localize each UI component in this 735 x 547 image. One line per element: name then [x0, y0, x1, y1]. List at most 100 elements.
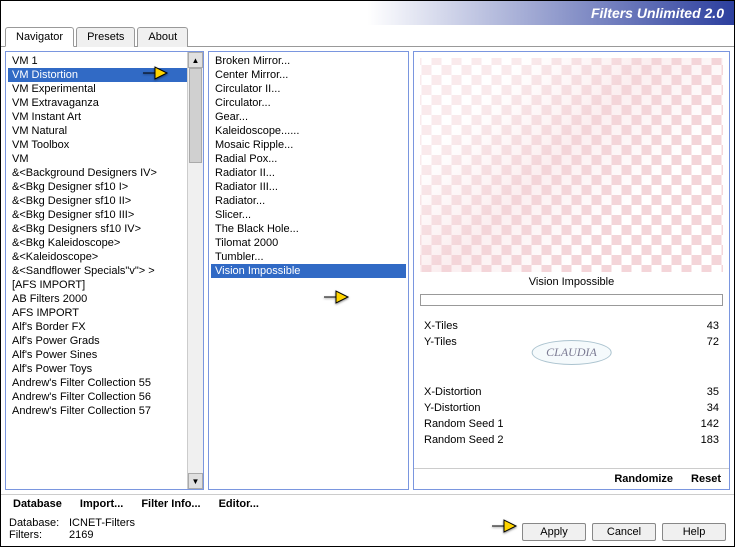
tab-strip: Navigator Presets About — [1, 25, 734, 47]
randomize-button[interactable]: Randomize — [614, 473, 673, 485]
list-item[interactable]: Alf's Border FX — [8, 320, 201, 334]
param-name: Random Seed 2 — [424, 434, 504, 446]
list-item[interactable]: Radiator II... — [211, 166, 406, 180]
help-button[interactable]: Help — [662, 523, 726, 541]
param-row[interactable]: Random Seed 1 142 — [424, 416, 719, 432]
param-value: 183 — [701, 434, 719, 446]
progress-bar — [420, 294, 723, 306]
scroll-up-icon[interactable]: ▲ — [188, 52, 203, 68]
list-item[interactable]: &<Kaleidoscope> — [8, 250, 201, 264]
preview-panel: Vision Impossible CLAUDIA X-Tiles 43 Y-Til… — [413, 51, 730, 490]
list-item[interactable]: Andrew's Filter Collection 55 — [8, 376, 201, 390]
db-value: ICNET-Filters — [69, 517, 135, 529]
list-item[interactable]: Andrew's Filter Collection 57 — [8, 404, 201, 418]
list-item[interactable]: Broken Mirror... — [211, 54, 406, 68]
list-item[interactable]: Center Mirror... — [211, 68, 406, 82]
param-value: 34 — [707, 402, 719, 414]
list-item[interactable]: Tumbler... — [211, 250, 406, 264]
scrollbar[interactable]: ▲ ▼ — [187, 52, 203, 489]
list-item[interactable]: &<Bkg Designers sf10 IV> — [8, 222, 201, 236]
filter-info-button[interactable]: Filter Info... — [141, 498, 200, 510]
list-item[interactable]: Circulator II... — [211, 82, 406, 96]
list-item[interactable]: Kaleidoscope...... — [211, 124, 406, 138]
list-item[interactable]: &<Bkg Designer sf10 I> — [8, 180, 201, 194]
list-item[interactable]: Alf's Power Toys — [8, 362, 201, 376]
category-list[interactable]: VM 1VM DistortionVM ExperimentalVM Extra… — [6, 52, 203, 489]
category-panel: VM 1VM DistortionVM ExperimentalVM Extra… — [5, 51, 204, 490]
database-button[interactable]: Database — [13, 498, 62, 510]
list-item[interactable]: Alf's Power Sines — [8, 348, 201, 362]
list-item[interactable]: &<Background Designers IV> — [8, 166, 201, 180]
list-item[interactable]: Tilomat 2000 — [211, 236, 406, 250]
param-row[interactable]: Y-Distortion 34 — [424, 400, 719, 416]
preview-label: Vision Impossible — [529, 272, 614, 292]
param-value: 72 — [707, 336, 719, 348]
status-info: Database:ICNET-Filters Filters:2169 — [9, 517, 135, 541]
editor-button[interactable]: Editor... — [219, 498, 259, 510]
panel-footer: Randomize Reset — [414, 468, 729, 489]
list-item[interactable]: AB Filters 2000 — [8, 292, 201, 306]
filters-count: 2169 — [69, 529, 93, 541]
title-bar: Filters Unlimited 2.0 — [1, 1, 734, 25]
tab-about[interactable]: About — [137, 27, 188, 47]
reset-button[interactable]: Reset — [691, 473, 721, 485]
tab-content: VM 1VM DistortionVM ExperimentalVM Extra… — [1, 46, 734, 494]
list-item[interactable]: VM Natural — [8, 124, 201, 138]
preview-area: Vision Impossible — [414, 52, 729, 312]
list-item[interactable]: VM 1 — [8, 54, 201, 68]
param-row[interactable]: Random Seed 2 183 — [424, 432, 719, 448]
list-item[interactable]: VM Instant Art — [8, 110, 201, 124]
scroll-thumb[interactable] — [189, 68, 202, 163]
apply-button[interactable]: Apply — [522, 523, 586, 541]
list-item[interactable]: Radial Pox... — [211, 152, 406, 166]
tab-presets[interactable]: Presets — [76, 27, 135, 47]
list-item[interactable]: [AFS IMPORT] — [8, 278, 201, 292]
list-item[interactable]: VM Extravaganza — [8, 96, 201, 110]
param-value: 43 — [707, 320, 719, 332]
list-item[interactable]: Circulator... — [211, 96, 406, 110]
param-row[interactable]: X-Distortion 35 — [424, 384, 719, 400]
scroll-track[interactable] — [188, 68, 203, 473]
list-item[interactable]: &<Bkg Designer sf10 II> — [8, 194, 201, 208]
list-item[interactable]: The Black Hole... — [211, 222, 406, 236]
tab-navigator[interactable]: Navigator — [5, 27, 74, 47]
list-item[interactable]: Radiator... — [211, 194, 406, 208]
param-name: X-Tiles — [424, 320, 458, 332]
filters-label: Filters: — [9, 529, 69, 541]
list-item[interactable]: Radiator III... — [211, 180, 406, 194]
list-item[interactable]: &<Bkg Kaleidoscope> — [8, 236, 201, 250]
list-item[interactable]: Andrew's Filter Collection 56 — [8, 390, 201, 404]
list-item[interactable]: Vision Impossible — [211, 264, 406, 278]
param-name: Random Seed 1 — [424, 418, 504, 430]
list-item[interactable]: &<Sandflower Specials"v"> > — [8, 264, 201, 278]
main-footer: Database Import... Filter Info... Editor… — [1, 494, 734, 513]
list-item[interactable]: Slicer... — [211, 208, 406, 222]
param-row[interactable]: X-Tiles 43 — [424, 318, 719, 334]
list-item[interactable]: Alf's Power Grads — [8, 334, 201, 348]
filter-panel: Broken Mirror...Center Mirror...Circulat… — [208, 51, 409, 490]
list-item[interactable]: &<Bkg Designer sf10 III> — [8, 208, 201, 222]
import-button[interactable]: Import... — [80, 498, 123, 510]
list-item[interactable]: VM — [8, 152, 201, 166]
param-value: 35 — [707, 386, 719, 398]
param-name: Y-Distortion — [424, 402, 480, 414]
list-item[interactable]: VM Distortion — [8, 68, 201, 82]
list-item[interactable]: Gear... — [211, 110, 406, 124]
filter-list[interactable]: Broken Mirror...Center Mirror...Circulat… — [209, 52, 408, 489]
db-label: Database: — [9, 517, 69, 529]
app-title: Filters Unlimited 2.0 — [591, 5, 724, 21]
param-name: X-Distortion — [424, 386, 481, 398]
status-bar: Database:ICNET-Filters Filters:2169 Appl… — [1, 513, 734, 545]
preview-image — [420, 58, 723, 272]
watermark: CLAUDIA — [531, 340, 612, 365]
list-item[interactable]: VM Experimental — [8, 82, 201, 96]
dialog-buttons: Apply Cancel Help — [522, 523, 726, 541]
cancel-button[interactable]: Cancel — [592, 523, 656, 541]
list-item[interactable]: Mosaic Ripple... — [211, 138, 406, 152]
param-name: Y-Tiles — [424, 336, 457, 348]
parameter-section: CLAUDIA X-Tiles 43 Y-Tiles 72 X-Distortion 35… — [414, 312, 729, 468]
list-item[interactable]: VM Toolbox — [8, 138, 201, 152]
list-item[interactable]: AFS IMPORT — [8, 306, 201, 320]
scroll-down-icon[interactable]: ▼ — [188, 473, 203, 489]
param-value: 142 — [701, 418, 719, 430]
